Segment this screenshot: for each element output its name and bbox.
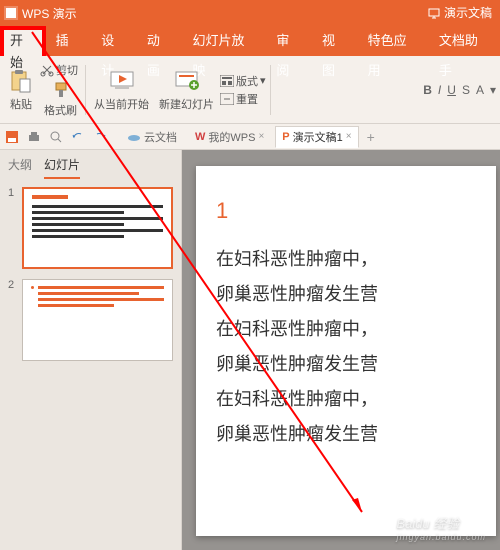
cut-button[interactable]: 剪切 — [40, 62, 81, 78]
layout-icon — [220, 75, 234, 87]
from-current-button[interactable]: 从当前开始 — [90, 68, 153, 112]
quick-access-bar: 云文档 W我的WPS× P演示文稿1× + — [0, 124, 500, 150]
tab-design[interactable]: 设计 — [91, 26, 137, 56]
cloud-icon — [127, 132, 141, 142]
tab-special[interactable]: 特色应用 — [358, 26, 429, 56]
wps-icon: W — [195, 131, 205, 143]
slide-panel: 大纲 幻灯片 1 2 — [0, 150, 182, 550]
preview-icon — [49, 130, 63, 144]
save-icon — [5, 130, 19, 144]
title-bar: WPS 演示 演示文稿 — [0, 0, 500, 26]
ribbon: 粘贴 剪切 格式刷 从当前开始 新建幻灯片 版式▾ 重置 B I U S A ▾ — [0, 56, 500, 124]
workspace: 大纲 幻灯片 1 2 1 在妇科恶性肿瘤中， 卵巢恶性肿瘤发生营 — [0, 150, 500, 550]
app-name: WPS 演示 — [22, 5, 77, 22]
font-a-button[interactable]: A — [476, 83, 484, 97]
undo-button[interactable] — [70, 129, 86, 145]
tab-review[interactable]: 审阅 — [266, 26, 312, 56]
tab-animation[interactable]: 动画 — [137, 26, 183, 56]
italic-button[interactable]: I — [438, 83, 441, 97]
add-tab-button[interactable]: + — [363, 129, 379, 145]
tab-slideshow[interactable]: 幻灯片放映 — [182, 26, 266, 56]
chevron-down-icon: ▾ — [490, 83, 496, 97]
reset-icon — [220, 93, 234, 105]
brush-icon — [52, 81, 70, 99]
bold-button[interactable]: B — [423, 83, 432, 97]
chevron-down-icon: ▾ — [260, 74, 266, 87]
thumbnail-2[interactable]: 2 — [8, 279, 173, 361]
doc-tab-active[interactable]: P演示文稿1× — [275, 126, 358, 148]
tab-insert[interactable]: 插入 — [46, 26, 92, 56]
strike-button[interactable]: S — [462, 83, 470, 97]
layout-button[interactable]: 版式▾ — [220, 73, 266, 89]
page-number: 1 — [216, 198, 476, 224]
reset-button[interactable]: 重置 — [220, 91, 266, 107]
tab-view[interactable]: 视图 — [312, 26, 358, 56]
tab-start[interactable]: 开始 — [0, 26, 46, 56]
watermark: Baidu 经验 jingyan.baidu.com — [396, 513, 486, 542]
font-tools: B I U S A ▾ — [423, 83, 496, 97]
close-icon[interactable]: × — [346, 131, 352, 142]
print-button[interactable] — [26, 129, 42, 145]
outline-tab[interactable]: 大纲 — [8, 156, 32, 179]
new-slide-button[interactable]: 新建幻灯片 — [155, 68, 218, 112]
format-brush-button[interactable]: 格式刷 — [40, 80, 81, 118]
save-button[interactable] — [4, 129, 20, 145]
close-icon[interactable]: × — [258, 131, 264, 142]
underline-button[interactable]: U — [447, 83, 456, 97]
cut-icon — [40, 63, 54, 77]
doc-tab-cloud[interactable]: 云文档 — [120, 126, 184, 148]
presentation-icon: P — [282, 131, 289, 143]
doc-tab-mywps[interactable]: W我的WPS× — [188, 126, 271, 148]
print-icon — [27, 130, 41, 144]
thumbnail-1[interactable]: 1 — [8, 187, 173, 269]
slide-page[interactable]: 1 在妇科恶性肿瘤中， 卵巢恶性肿瘤发生营 在妇科恶性肿瘤中， 卵巢恶性肿瘤发生… — [196, 166, 496, 536]
document-tabs: 云文档 W我的WPS× P演示文稿1× + — [120, 126, 379, 148]
undo-icon — [71, 130, 85, 144]
play-icon — [110, 70, 134, 92]
thumbnails: 1 2 — [0, 179, 181, 379]
slide-canvas[interactable]: 1 在妇科恶性肿瘤中， 卵巢恶性肿瘤发生营 在妇科恶性肿瘤中， 卵巢恶性肿瘤发生… — [182, 150, 500, 550]
preview-button[interactable] — [48, 129, 64, 145]
redo-icon — [93, 130, 107, 144]
slides-tab[interactable]: 幻灯片 — [44, 156, 80, 179]
presentation-icon — [428, 7, 440, 19]
app-logo: WPS 演示 — [0, 5, 77, 22]
menu-bar: 开始 插入 设计 动画 幻灯片放映 审阅 视图 特色应用 文档助手 — [0, 26, 500, 56]
tab-assistant[interactable]: 文档助手 — [429, 26, 500, 56]
new-slide-icon — [175, 70, 199, 92]
redo-button[interactable] — [92, 129, 108, 145]
paste-button[interactable]: 粘贴 — [4, 68, 38, 112]
titlebar-right[interactable]: 演示文稿 — [428, 4, 492, 21]
